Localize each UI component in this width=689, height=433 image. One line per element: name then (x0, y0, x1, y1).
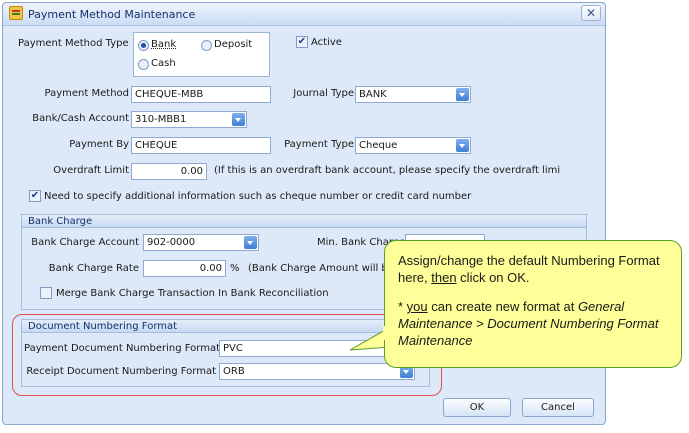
bank-charge-account-select[interactable]: 902-0000 (143, 234, 259, 251)
payment-method-input[interactable]: CHEQUE-MBB (131, 86, 271, 103)
callout-text: Assign/change the default Numbering Form… (398, 252, 674, 361)
merge-bank-charge-checkbox[interactable] (40, 287, 52, 299)
bank-charge-rate-label: Bank Charge Rate (48, 263, 139, 274)
bank-charge-rate-input[interactable]: 0.00 (143, 260, 226, 277)
journal-type-value: BANK (359, 89, 387, 100)
payment-by-input[interactable]: CHEQUE (131, 137, 271, 154)
journal-type-label: Journal Type (293, 88, 354, 99)
callout-text-2c: can create new format at (427, 299, 578, 314)
overdraft-hint: (If this is an overdraft bank account, p… (214, 165, 561, 176)
payment-method-label: Payment Method (44, 88, 129, 99)
overdraft-limit-label: Overdraft Limit (53, 165, 129, 176)
radio-cash[interactable] (138, 59, 149, 70)
additional-info-checkbox[interactable]: ✔ (29, 190, 41, 202)
bank-cash-account-select[interactable]: 310-MBB1 (131, 111, 247, 128)
payment-type-select[interactable]: Cheque (355, 137, 471, 154)
overdraft-limit-input[interactable]: 0.00 (131, 163, 207, 180)
close-button[interactable]: ✕ (581, 5, 601, 21)
callout-text-1c: click on OK. (456, 270, 530, 285)
cancel-button[interactable]: Cancel (522, 398, 594, 417)
ok-button[interactable]: OK (443, 398, 511, 417)
bank-charge-amount-hint: (Bank Charge Amount will be a (248, 263, 404, 274)
active-label: Active (311, 37, 342, 48)
radio-deposit[interactable] (201, 40, 212, 51)
bank-cash-account-label: Bank/Cash Account (32, 113, 129, 124)
window-title: Payment Method Maintenance (28, 8, 196, 21)
journal-type-select[interactable]: BANK (355, 86, 471, 103)
payment-by-label: Payment By (69, 139, 129, 150)
chevron-down-icon (232, 113, 245, 126)
chevron-down-icon (456, 139, 469, 152)
merge-bank-charge-label: Merge Bank Charge Transaction In Bank Re… (56, 288, 329, 299)
chevron-down-icon (456, 88, 469, 101)
close-icon: ✕ (585, 6, 597, 20)
callout-text-1b: then (431, 270, 457, 285)
check-icon: ✔ (297, 36, 307, 47)
payment-type-value: Cheque (359, 140, 398, 151)
payment-method-type-label: Payment Method Type (18, 38, 129, 49)
radio-cash-label: Cash (151, 58, 176, 69)
callout-text-2b: you (406, 299, 428, 314)
bank-charge-rate-unit: % (230, 263, 240, 274)
chevron-down-icon (244, 236, 257, 249)
bank-charge-header: Bank Charge (21, 214, 587, 228)
title-bar: Payment Method Maintenance ✕ (3, 3, 605, 26)
radio-deposit-label: Deposit (214, 39, 253, 50)
bank-charge-account-value: 902-0000 (147, 237, 196, 248)
radio-bank-label: Bank (151, 39, 177, 50)
check-icon: ✔ (30, 190, 40, 201)
radio-bank[interactable] (138, 40, 149, 51)
bank-charge-account-label: Bank Charge Account (31, 237, 139, 248)
app-icon (9, 6, 23, 20)
additional-info-label: Need to specify additional information s… (44, 191, 472, 202)
bank-cash-account-value: 310-MBB1 (135, 114, 187, 125)
active-checkbox[interactable]: ✔ (296, 36, 308, 48)
payment-type-label: Payment Type (284, 139, 354, 150)
callout-text-2a: * (398, 299, 407, 314)
callout-pointer-join (383, 326, 390, 340)
